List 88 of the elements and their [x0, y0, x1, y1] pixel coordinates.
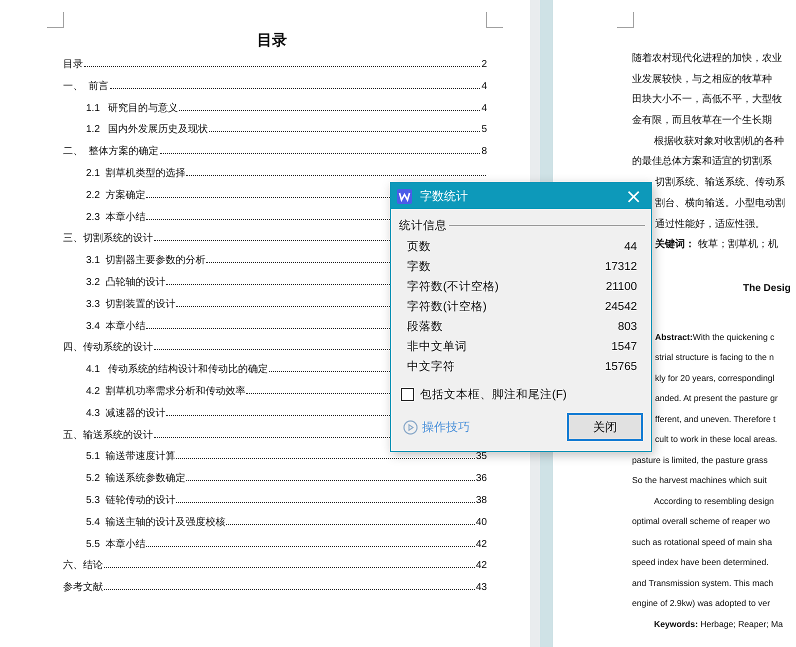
body-text-line: engine of 2.9kw) was adopted to ver — [632, 598, 770, 608]
page-number: 42 — [476, 559, 487, 574]
toc-entry: 5.3 链轮传动的设计 — [86, 494, 176, 508]
stat-value: 44 — [624, 240, 637, 255]
abstract-heading: The Desig — [743, 282, 791, 294]
toc-entry: 2.2 方案确定 — [86, 188, 146, 203]
corner-mark — [486, 12, 503, 28]
stat-value: 803 — [618, 320, 637, 335]
stat-value: 21100 — [606, 280, 637, 295]
body-text-line: 随着农村现代化进程的加快，农业 — [632, 53, 782, 64]
page-number: 42 — [476, 538, 487, 552]
body-text-line: 割台、横向输送。小型电动割 — [655, 198, 785, 209]
page-number: 2 — [481, 58, 487, 72]
page-number: 4 — [481, 102, 487, 116]
app-logo-icon — [397, 188, 412, 204]
stat-value: 17312 — [605, 260, 637, 275]
toc-entry: 2.3 本章小结 — [86, 210, 146, 225]
toc-entry: 3.4 本章小结 — [86, 320, 146, 334]
body-text-line: cult to work in these local areas. — [655, 434, 778, 444]
toc-entry: 六、结论 — [63, 558, 103, 574]
body-text-line: pasture is limited, the pasture grass — [632, 454, 768, 465]
stat-label: 非中文单词 — [407, 340, 467, 355]
body-text-line: 通过性能好，适应性强。 — [655, 218, 765, 230]
page-number: 40 — [476, 516, 487, 530]
body-text-line: 根据收获对象对收割机的各种 — [654, 136, 784, 147]
toc-entry: 目录 — [63, 58, 83, 72]
toc-entry: 三、切割系统的设计 — [63, 232, 153, 246]
page-number: 4 — [481, 80, 487, 94]
page-number: 35 — [476, 450, 487, 464]
body-text-line: 关键词： 牧草；割草机；机 — [655, 239, 778, 250]
body-text-line: such as rotational speed of main sha — [632, 536, 772, 547]
close-dialog-button[interactable]: 关闭 — [567, 413, 643, 441]
toc-entry: 4.1 传动系统的结构设计和传动比的确定 — [86, 362, 268, 378]
stat-label: 字符数(计空格) — [407, 299, 487, 315]
stat-label: 字数 — [407, 259, 431, 275]
toc-entry: 1.1 研究目的与意义 — [86, 102, 178, 116]
body-text-line: Abstract:With the quickening c — [655, 332, 774, 342]
toc-entry: 1.2 国内外发展历史及现状 — [86, 122, 208, 138]
toc-entry: 3.1 切割器主要参数的分析 — [86, 254, 206, 268]
toc-entry: 4.2 割草机功率需求分析和传动效率 — [86, 384, 246, 399]
stat-value: 1547 — [611, 340, 637, 355]
body-text-line: fferent, and uneven. Therefore t — [655, 414, 776, 424]
body-text-line: speed index have been determined. — [632, 557, 769, 568]
body-text-line: So the harvest machines which suit — [632, 475, 767, 486]
body-text-line: kly for 20 years, correspondingl — [655, 372, 774, 383]
toc-entry: 5.5 本章小结 — [86, 538, 146, 552]
checkbox-label[interactable]: 包括文本框、脚注和尾注(F) — [420, 386, 567, 402]
body-text-line: 业发展较快，与之相应的牧草种 — [632, 74, 772, 85]
page-number: 8 — [481, 145, 487, 160]
stat-label: 中文字符 — [407, 359, 455, 375]
toc-entry: 四、传动系统的设计 — [63, 340, 153, 356]
stat-label: 字符数(不计空格) — [407, 279, 499, 295]
body-text-line: According to resembling design — [654, 496, 774, 506]
page-number: 36 — [476, 472, 487, 486]
page-number: 38 — [476, 494, 487, 508]
dialog-title: 字数统计 — [420, 188, 468, 204]
toc-entry: 4.3 减速器的设计 — [86, 406, 166, 421]
group-label: 统计信息 — [399, 218, 447, 232]
body-text-line: 田块大小不一，高低不平，大型牧 — [632, 94, 782, 106]
body-text-line: Keywords: Herbage; Reaper; Ma — [654, 618, 783, 629]
page-number: 5 — [481, 123, 487, 138]
stat-value: 15765 — [605, 360, 637, 375]
toc-entry: 2.1 割草机类型的选择 — [86, 166, 186, 181]
toc-entry: 5.2 输送系统参数确定 — [86, 472, 186, 486]
toc-entry: 5.4 输送主轴的设计及强度校核 — [86, 516, 226, 530]
body-text-line: and Transmission system. This mach — [632, 578, 774, 588]
body-text-line: optimal overall scheme of reaper wo — [632, 516, 770, 526]
toc-entry: 参考文献 — [63, 580, 103, 596]
stat-label: 段落数 — [407, 320, 443, 335]
toc-entry: 3.3 切割装置的设计 — [86, 298, 176, 312]
toc-entry: 3.2 凸轮轴的设计 — [86, 276, 166, 290]
corner-mark — [617, 12, 634, 28]
corner-mark — [47, 12, 64, 28]
toc-entry: 5.1 输送带速度计算 — [86, 450, 176, 464]
stat-value: 24542 — [605, 300, 637, 315]
toc-entry: 一、 前言 — [63, 80, 109, 94]
toc-entry: 二、 整体方案的确定 — [63, 144, 159, 160]
play-icon — [403, 420, 418, 434]
body-text-line: 的最佳总体方案和适宜的切割系 — [632, 156, 772, 168]
body-text-line: strial structure is facing to the n — [655, 352, 774, 362]
body-text-line: 切割系统、输送系统、传动系 — [655, 177, 785, 188]
body-text-line: 金有限，而且牧草在一个生长期 — [632, 115, 772, 126]
toc-entry: 五、输送系统的设计 — [63, 428, 153, 443]
stat-label: 页数 — [407, 240, 431, 255]
body-text-line: anded. At present the pasture gr — [655, 393, 778, 404]
page-number: 43 — [476, 581, 487, 596]
toc-title: 目录 — [256, 31, 287, 51]
checkbox[interactable] — [401, 388, 414, 400]
